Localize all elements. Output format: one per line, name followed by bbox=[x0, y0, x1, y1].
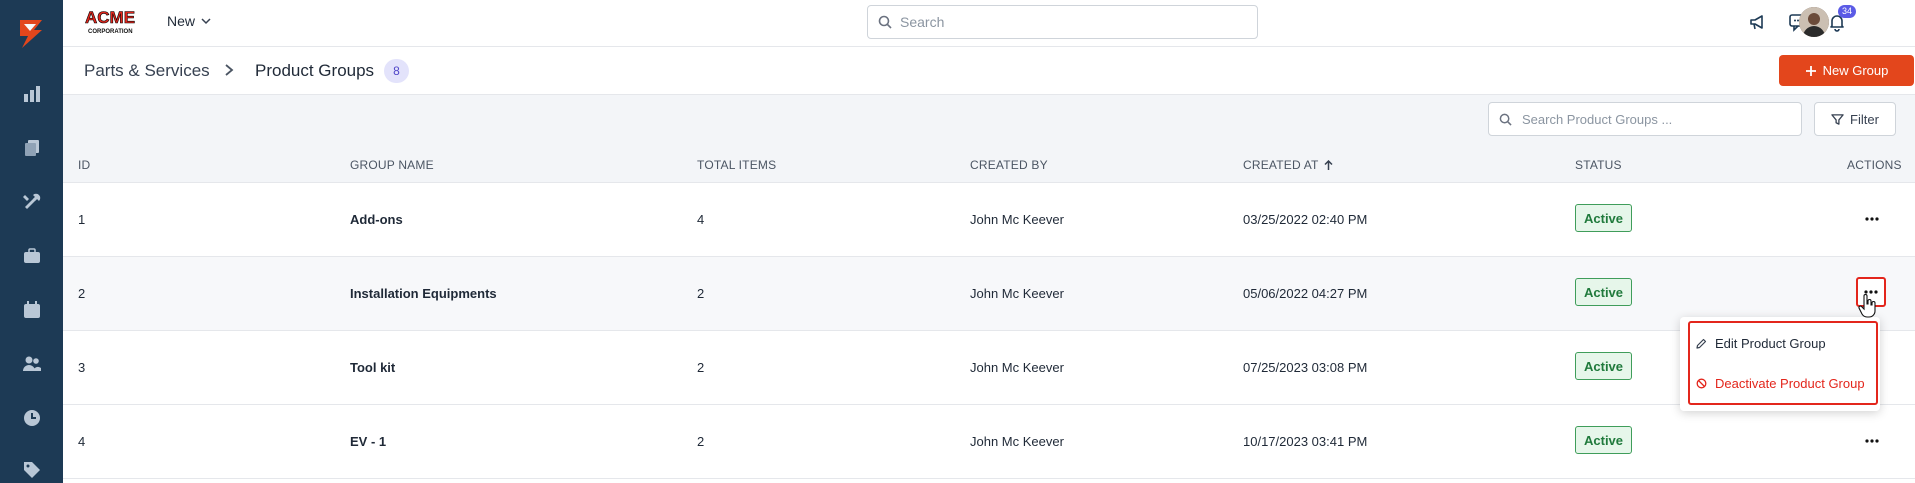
users-icon[interactable] bbox=[18, 350, 45, 377]
cell-created-by: John Mc Keever bbox=[970, 360, 1064, 375]
column-header-created-by[interactable]: CREATED BY bbox=[970, 158, 1048, 172]
column-header-status[interactable]: STATUS bbox=[1575, 158, 1622, 172]
status-badge: Active bbox=[1575, 204, 1633, 232]
app-logo-icon[interactable] bbox=[12, 14, 50, 52]
cell-total-items: 2 bbox=[697, 286, 705, 301]
column-header-actions: ACTIONS bbox=[1847, 158, 1902, 172]
cell-created-by: John Mc Keever bbox=[970, 434, 1064, 449]
column-header-id[interactable]: ID bbox=[78, 158, 90, 172]
menu-item-deactivate-product-group[interactable]: Deactivate Product Group bbox=[1696, 372, 1865, 394]
product-group-search-input[interactable] bbox=[1522, 111, 1792, 127]
chevron-right-icon bbox=[225, 64, 234, 76]
row-actions-button[interactable] bbox=[1859, 207, 1885, 231]
breadcrumb-parts-services[interactable]: Parts & Services bbox=[84, 61, 210, 81]
menu-item-edit-product-group[interactable]: Edit Product Group bbox=[1696, 332, 1826, 354]
table-header: ID GROUP NAME TOTAL ITEMS CREATED BY CRE… bbox=[63, 145, 1915, 183]
documents-icon[interactable] bbox=[18, 134, 45, 161]
cell-total-items: 2 bbox=[697, 434, 705, 449]
filter-label: Filter bbox=[1850, 111, 1879, 127]
menu-item-deactivate-label: Deactivate Product Group bbox=[1715, 375, 1865, 391]
notifications-count-badge: 34 bbox=[1837, 5, 1856, 18]
status-badge: Active bbox=[1575, 278, 1633, 306]
search-icon bbox=[878, 15, 892, 29]
column-header-group-name[interactable]: GROUP NAME bbox=[350, 158, 434, 172]
cell-created-by: John Mc Keever bbox=[970, 212, 1064, 227]
announcements-icon[interactable] bbox=[1746, 10, 1770, 34]
new-menu[interactable]: New bbox=[167, 13, 211, 29]
svg-text:CORPORATION: CORPORATION bbox=[88, 29, 133, 35]
table-row[interactable]: 2 Installation Equipments 2 John Mc Keev… bbox=[63, 257, 1915, 331]
more-horizontal-icon bbox=[1865, 217, 1879, 221]
hand-cursor-icon bbox=[1858, 294, 1876, 318]
table-row[interactable]: 1 Add-ons 4 John Mc Keever 03/25/2022 02… bbox=[63, 183, 1915, 257]
cell-created-at: 03/25/2022 02:40 PM bbox=[1243, 212, 1368, 227]
cell-group-name: Installation Equipments bbox=[350, 286, 497, 301]
plus-icon bbox=[1805, 65, 1816, 76]
chevron-down-icon bbox=[201, 18, 211, 25]
reports-icon[interactable] bbox=[18, 80, 45, 107]
menu-item-edit-label: Edit Product Group bbox=[1715, 335, 1826, 351]
new-menu-label: New bbox=[167, 13, 196, 29]
cell-group-name: EV - 1 bbox=[350, 434, 387, 449]
calendar-icon[interactable] bbox=[18, 296, 45, 323]
group-count-badge: 8 bbox=[384, 59, 409, 83]
cell-created-at: 05/06/2022 04:27 PM bbox=[1243, 286, 1368, 301]
column-header-created-at-label: CREATED AT bbox=[1243, 158, 1319, 172]
briefcase-icon[interactable] bbox=[18, 242, 45, 269]
ban-icon bbox=[1696, 378, 1707, 388]
pencil-icon bbox=[1696, 338, 1707, 349]
table-toolbar: Filter bbox=[63, 95, 1915, 145]
cell-id: 3 bbox=[78, 360, 86, 375]
global-search[interactable] bbox=[867, 5, 1258, 39]
cell-created-at: 10/17/2023 03:41 PM bbox=[1243, 434, 1368, 449]
cell-group-name: Tool kit bbox=[350, 360, 396, 375]
cell-id: 4 bbox=[78, 434, 86, 449]
table-row[interactable]: 3 Tool kit 2 John Mc Keever 07/25/2023 0… bbox=[63, 331, 1915, 405]
status-badge: Active bbox=[1575, 352, 1633, 380]
user-avatar[interactable] bbox=[1799, 7, 1829, 37]
top-bar: ACME CORPORATION New 34 bbox=[63, 0, 1915, 47]
search-icon bbox=[1499, 113, 1512, 126]
new-group-label: New Group bbox=[1822, 63, 1889, 78]
svg-text:ACME: ACME bbox=[85, 8, 135, 27]
cell-created-at: 07/25/2023 03:08 PM bbox=[1243, 360, 1368, 375]
new-group-button[interactable]: New Group bbox=[1779, 55, 1914, 86]
sort-arrow-up-icon bbox=[1324, 159, 1333, 170]
global-search-input[interactable] bbox=[900, 14, 1240, 30]
page-header: Parts & Services Product Groups 8 New Gr… bbox=[63, 47, 1915, 95]
cell-total-items: 4 bbox=[697, 212, 705, 227]
column-header-total-items[interactable]: TOTAL ITEMS bbox=[697, 158, 776, 172]
cell-created-by: John Mc Keever bbox=[970, 286, 1064, 301]
tools-icon[interactable] bbox=[18, 188, 45, 215]
tag-icon[interactable] bbox=[18, 456, 45, 483]
page-title: Product Groups bbox=[255, 61, 375, 80]
product-group-search[interactable] bbox=[1488, 102, 1802, 136]
sidebar bbox=[0, 0, 63, 483]
filter-icon bbox=[1831, 113, 1844, 125]
clock-icon[interactable] bbox=[18, 404, 45, 431]
status-badge: Active bbox=[1575, 426, 1633, 454]
cell-group-name: Add-ons bbox=[350, 212, 403, 227]
column-header-created-at[interactable]: CREATED AT bbox=[1243, 158, 1333, 172]
cell-id: 2 bbox=[78, 286, 86, 301]
filter-button[interactable]: Filter bbox=[1814, 102, 1896, 136]
brand-logo[interactable]: ACME CORPORATION bbox=[83, 6, 147, 36]
row-actions-button[interactable] bbox=[1859, 429, 1885, 453]
more-horizontal-icon bbox=[1865, 439, 1879, 443]
cell-id: 1 bbox=[78, 212, 86, 227]
cell-total-items: 2 bbox=[697, 360, 705, 375]
table-row[interactable]: 4 EV - 1 2 John Mc Keever 10/17/2023 03:… bbox=[63, 405, 1915, 479]
